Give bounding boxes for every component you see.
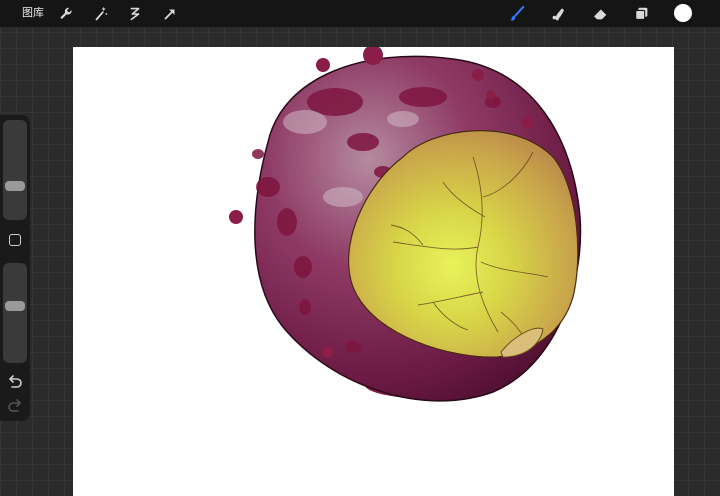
actions-wrench-icon[interactable] <box>57 4 77 24</box>
gallery-button[interactable]: 图库 <box>22 6 44 20</box>
brush-size-slider-thumb[interactable] <box>5 181 25 192</box>
transform-arrow-icon[interactable] <box>160 4 180 24</box>
square-icon[interactable] <box>9 234 21 246</box>
adjustments-wand-icon[interactable] <box>91 4 111 24</box>
smudge-icon[interactable] <box>548 4 568 24</box>
opacity-slider-thumb[interactable] <box>5 301 25 312</box>
opacity-slider[interactable] <box>3 263 27 363</box>
selection-icon[interactable] <box>125 4 145 24</box>
top-toolbar: 图库 <box>0 0 720 27</box>
left-sidebar <box>0 115 30 421</box>
undo-arrow-icon[interactable] <box>6 375 24 391</box>
drawing-canvas[interactable] <box>73 47 674 496</box>
brush-icon[interactable] <box>507 4 527 24</box>
brush-size-slider[interactable] <box>3 120 27 220</box>
eraser-icon[interactable] <box>590 4 610 24</box>
redo-arrow-icon[interactable] <box>6 399 24 415</box>
artwork-fruit-illustration <box>229 47 582 402</box>
color-picker-swatch[interactable] <box>674 4 692 22</box>
layers-icon[interactable] <box>632 4 652 24</box>
